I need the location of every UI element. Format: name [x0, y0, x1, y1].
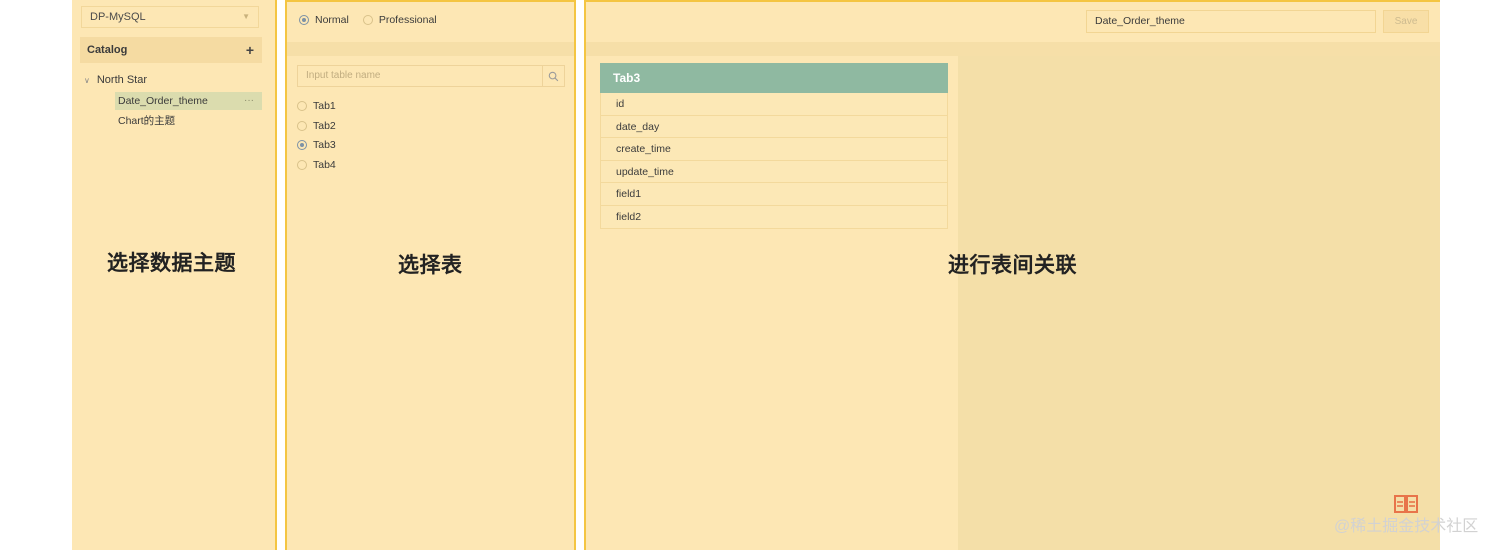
table-option-label: Tab3 [313, 139, 336, 151]
search-placeholder: Input table name [306, 70, 381, 81]
relation-panel: Date_Order_theme Save Tab3 id date_day c… [584, 0, 1440, 550]
table-option-label: Tab2 [313, 120, 336, 132]
field-row[interactable]: create_time [600, 138, 948, 161]
table-option-label: Tab1 [313, 100, 336, 112]
table-option-label: Tab4 [313, 159, 336, 171]
table-card-title[interactable]: Tab3 [600, 63, 948, 93]
datasource-value: DP-MySQL [90, 11, 146, 23]
field-row[interactable]: update_time [600, 160, 948, 184]
theme-name-value: Date_Order_theme [1095, 15, 1185, 27]
search-button[interactable] [542, 65, 565, 87]
tree-item-label: Chart的主题 [118, 115, 176, 127]
tree-item-label: Date_Order_theme [118, 95, 208, 107]
table-option-tab2[interactable]: Tab2 [297, 120, 336, 132]
table-select-panel: Normal Professional Input table name Tab… [285, 0, 576, 550]
radio-icon[interactable] [299, 15, 309, 25]
tree-root-label: North Star [96, 74, 147, 86]
radio-icon[interactable] [297, 140, 307, 150]
mode-label: Normal [315, 14, 349, 26]
chevron-down-icon[interactable]: ∨ [84, 76, 90, 85]
relation-canvas[interactable] [958, 56, 1440, 550]
radio-icon[interactable] [297, 160, 307, 170]
panel-caption: 选择表 [398, 254, 463, 277]
divider [287, 42, 574, 56]
field-row[interactable]: id [600, 93, 948, 116]
more-icon[interactable]: ··· [244, 92, 254, 110]
panel-caption: 进行表间关联 [948, 254, 1077, 277]
tree-root-node[interactable]: ∨ North Star [84, 73, 147, 88]
theme-panel: DP-MySQL ▼ Catalog + ∨ North Star Date_Or… [72, 0, 277, 550]
field-row[interactable]: field1 [600, 183, 948, 206]
field-row[interactable]: date_day [600, 115, 948, 139]
field-row[interactable]: field2 [600, 205, 948, 229]
divider [586, 42, 1440, 56]
radio-icon[interactable] [362, 15, 373, 25]
theme-name-input[interactable]: Date_Order_theme [1086, 10, 1376, 33]
mode-normal[interactable]: Normal [299, 14, 349, 26]
mode-label: Professional [378, 14, 437, 26]
tree-item-chart-theme[interactable]: Chart的主题 [115, 112, 262, 130]
catalog-header: Catalog + [80, 37, 262, 63]
mode-professional[interactable]: Professional [362, 14, 437, 26]
catalog-label: Catalog [87, 44, 128, 56]
table-card[interactable]: Tab3 id date_day create_time update_time… [600, 63, 948, 229]
tree-item-date-order-theme[interactable]: Date_Order_theme ··· [115, 92, 262, 110]
table-search-input[interactable]: Input table name [297, 65, 565, 87]
table-option-tab4[interactable]: Tab4 [297, 159, 336, 171]
watermark-text: @稀土掘金技术社区 [1334, 518, 1479, 535]
save-button[interactable]: Save [1383, 10, 1429, 33]
search-icon [548, 71, 559, 81]
chevron-down-icon: ▼ [242, 12, 250, 21]
table-option-tab1[interactable]: Tab1 [297, 100, 336, 112]
panel-caption: 选择数据主题 [107, 252, 236, 275]
table-option-tab3[interactable]: Tab3 [297, 139, 336, 151]
plus-icon[interactable]: + [246, 37, 254, 63]
mode-radio-group: Normal Professional [299, 14, 437, 26]
radio-icon[interactable] [297, 101, 307, 111]
datasource-select[interactable]: DP-MySQL ▼ [81, 6, 259, 28]
radio-icon[interactable] [297, 121, 307, 131]
